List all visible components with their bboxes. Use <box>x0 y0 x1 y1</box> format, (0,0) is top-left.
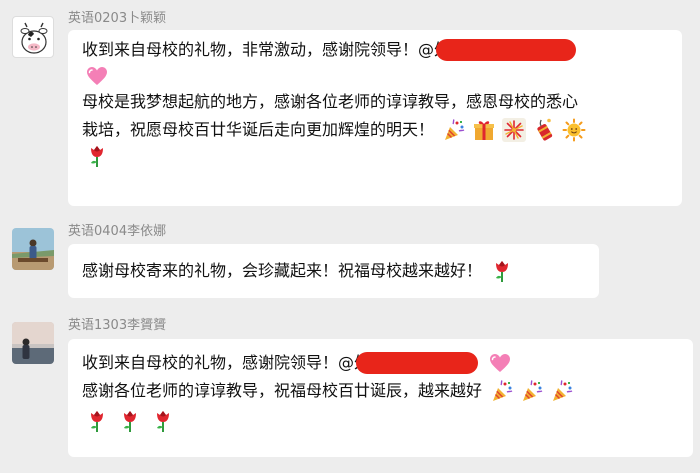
sender-name: 英语0404李依娜 <box>68 224 167 239</box>
cow-cartoon-avatar <box>20 22 48 54</box>
message-text: 母校是我梦想起航的地方，感谢各位老师的谆谆教导，感恩母校的悉心 <box>82 92 579 111</box>
message-line: 母校是我梦想起航的地方，感谢各位老师的谆谆教导，感恩母校的悉心 <box>82 88 668 116</box>
message-text: 收到来自母校的礼物，非常激动，感谢院领导！@外语 <box>82 40 467 59</box>
message-line: 栽培，祝愿母校百廿华诞后走向更加辉煌的明天！ <box>82 116 668 144</box>
gift-icon <box>472 118 496 142</box>
message-bubble[interactable]: 收到来自母校的礼物，感谢院领导！@外语 感谢各位老师的谆谆教导，祝福母校百廿诞辰… <box>68 339 693 457</box>
message-bubble[interactable]: 感谢母校寄来的礼物，会珍藏起来！祝福母校越来越好！ <box>68 244 599 298</box>
party-popper-icon <box>442 118 466 142</box>
message-text: 感谢各位老师的谆谆教导，祝福母校百廿诞辰，越来越好 <box>82 381 483 400</box>
pink-heart-icon <box>85 64 109 88</box>
party-popper-icon <box>550 379 574 403</box>
message-line: 感谢各位老师的谆谆教导，祝福母校百廿诞辰，越来越好 <box>82 377 679 405</box>
message-text: 感谢母校寄来的礼物，会珍藏起来！祝福母校越来越好！ <box>82 261 483 280</box>
message-line: 收到来自母校的礼物，非常激动，感谢院领导！@外语 <box>82 36 668 64</box>
sun-icon <box>562 118 586 142</box>
rose-icon <box>85 409 109 433</box>
fireworks-icon <box>502 118 526 142</box>
redaction-mark <box>436 39 577 61</box>
rose-icon <box>490 259 514 283</box>
avatar[interactable] <box>12 228 54 270</box>
firecracker-icon <box>532 118 556 142</box>
rose-icon <box>118 409 142 433</box>
message-line <box>82 409 679 433</box>
message-bubble[interactable]: 收到来自母校的礼物，非常激动，感谢院领导！@外语 母校是我梦想起航的地方，感谢各… <box>68 30 682 206</box>
sky-photo-avatar <box>12 322 54 364</box>
message-text: 栽培，祝愿母校百廿华诞后走向更加辉煌的明天！ <box>82 120 435 139</box>
avatar[interactable] <box>12 16 54 58</box>
pink-heart-icon <box>488 351 512 375</box>
message-line: 收到来自母校的礼物，感谢院领导！@外语 <box>82 349 679 377</box>
rose-icon <box>85 144 109 168</box>
party-popper-icon <box>490 379 514 403</box>
message-text: 收到来自母校的礼物，感谢院领导！@外语 <box>82 353 387 372</box>
sender-name: 英语0203卜颖颖 <box>68 11 167 26</box>
message-line: 感谢母校寄来的礼物，会珍藏起来！祝福母校越来越好！ <box>82 257 585 285</box>
avatar[interactable] <box>12 322 54 364</box>
sender-name: 英语1303李贇贇 <box>68 318 167 333</box>
party-popper-icon <box>520 379 544 403</box>
message-line <box>82 64 668 88</box>
redaction-mark <box>356 352 479 374</box>
outdoor-photo-avatar <box>12 228 54 270</box>
message-line <box>82 144 668 168</box>
rose-icon <box>151 409 175 433</box>
